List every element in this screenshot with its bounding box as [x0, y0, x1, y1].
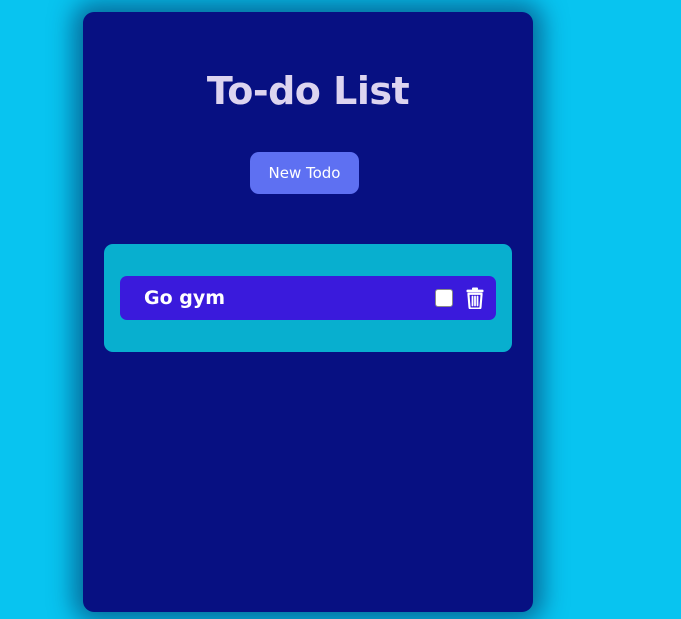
trash-icon[interactable] [466, 287, 484, 309]
todo-item: Go gym [120, 276, 496, 320]
todo-item-text: Go gym [144, 287, 226, 309]
todo-card: To-do List New Todo Go gym [83, 12, 533, 612]
new-todo-button[interactable]: New Todo [250, 152, 359, 194]
todo-complete-checkbox[interactable] [435, 289, 453, 307]
page-title: To-do List [206, 69, 410, 113]
todo-list: Go gym [104, 244, 512, 352]
